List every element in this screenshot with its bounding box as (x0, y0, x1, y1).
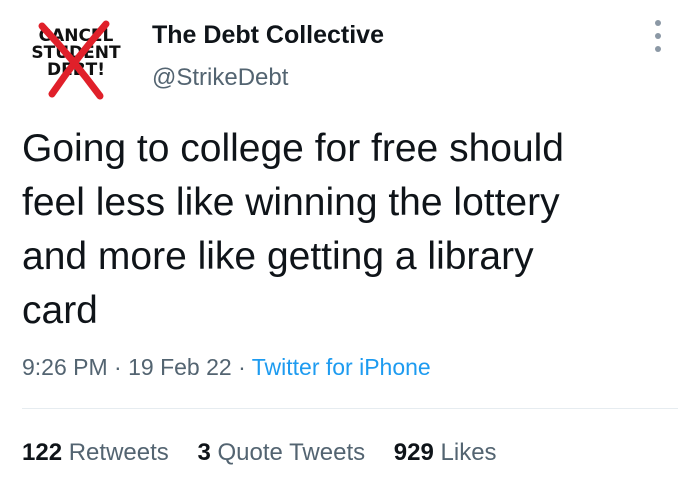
avatar[interactable]: CANCEL STUDENT DEBT! (22, 6, 130, 108)
tweet-time[interactable]: 9:26 PM (22, 354, 108, 380)
display-name[interactable]: The Debt Collective (152, 20, 384, 50)
quote-tweets-stat[interactable]: 3 Quote Tweets (197, 438, 365, 468)
avatar-line: DEBT! (46, 60, 106, 80)
retweets-count: 122 (22, 439, 63, 466)
engagement-stats: 122 Retweets 3 Quote Tweets 929 Likes (22, 438, 519, 468)
likes-label: Likes (440, 439, 497, 466)
quote-tweets-count: 3 (197, 439, 211, 466)
more-options-icon[interactable] (648, 16, 668, 56)
tweet-source-link[interactable]: Twitter for iPhone (252, 354, 431, 380)
tweet-metadata: 9:26 PM · 19 Feb 22 · Twitter for iPhone (22, 352, 431, 382)
retweets-stat[interactable]: 122 Retweets (22, 438, 169, 468)
user-handle[interactable]: @StrikeDebt (152, 63, 288, 93)
tweet-text: Going to college for free should feel le… (22, 127, 565, 332)
tweet-date[interactable]: 19 Feb 22 (128, 354, 232, 380)
likes-stat[interactable]: 929 Likes (394, 438, 497, 468)
avatar-logo-text: CANCEL STUDENT DEBT! (22, 28, 130, 79)
quote-tweets-label: Quote Tweets (217, 439, 366, 466)
retweets-label: Retweets (68, 439, 169, 466)
likes-count: 929 (393, 439, 434, 466)
separator: · (238, 354, 246, 380)
separator: · (114, 354, 122, 380)
divider (22, 408, 678, 409)
